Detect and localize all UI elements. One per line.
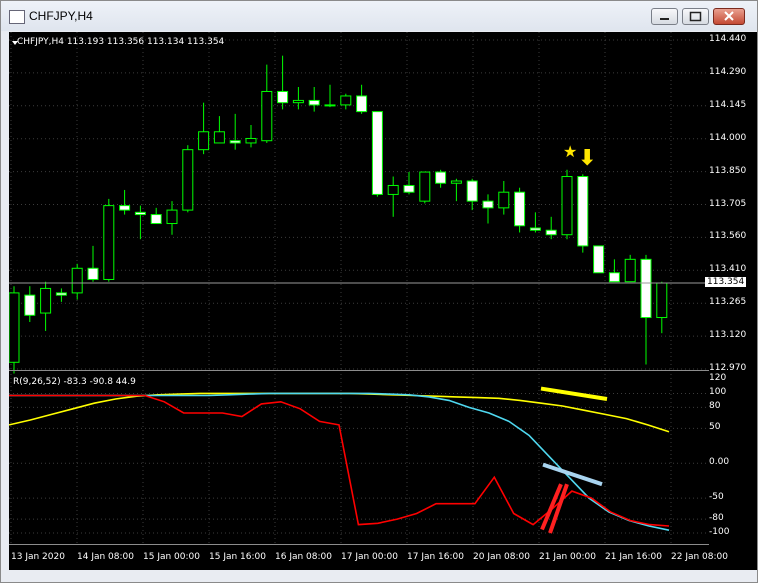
indicator-chart[interactable] <box>9 374 709 544</box>
price-chart[interactable]: ★ ⬇ <box>9 32 709 374</box>
price-axis-label: 113.265 <box>709 297 747 308</box>
price-axis-label: 112.970 <box>709 363 747 373</box>
candle-body <box>387 184 399 195</box>
chart-canvas[interactable]: ★ ⬇ CHFJPY,H4 113.193 113.356 113.134 113… <box>9 32 709 570</box>
candle-body <box>340 95 352 106</box>
candle-body <box>450 180 462 184</box>
candle-body <box>356 95 368 113</box>
candle-body <box>419 171 431 202</box>
maximize-icon <box>689 11 702 22</box>
candle-body <box>103 205 115 280</box>
cyan-indicator-line <box>9 392 670 531</box>
candle-body <box>40 287 52 314</box>
candle-body <box>624 258 636 283</box>
price-axis-label: 113.705 <box>709 198 747 209</box>
candle-body <box>371 111 383 195</box>
time-axis-label: 21 Jan 16:00 <box>605 552 662 562</box>
minimize-icon <box>660 18 669 20</box>
indicator-axis-label: -50 <box>709 492 724 503</box>
minimize-button[interactable] <box>651 8 678 25</box>
candle-body <box>656 282 668 319</box>
price-axis-label: 113.120 <box>709 330 747 341</box>
candle-body <box>545 229 557 236</box>
indicator-axis-label: 80 <box>709 401 721 412</box>
panel-separator[interactable] <box>9 370 709 371</box>
candle-body <box>608 272 620 283</box>
chart-window: CHFJPY,H4 ★ ⬇ CHFJPY,H4 113.193 113.356 1… <box>0 0 758 583</box>
candle-body <box>277 90 289 104</box>
candle-body <box>198 131 210 151</box>
time-axis-label: 13 Jan 2020 <box>11 552 65 562</box>
red-indicator-line <box>9 394 670 527</box>
indicator-axis-label: -80 <box>709 513 724 524</box>
candle-body <box>482 200 494 209</box>
time-axis-label: 17 Jan 00:00 <box>341 552 398 562</box>
indicator-info-label: R(9,26,52) -83.3 -90.8 44.9 <box>13 377 136 387</box>
time-axis-label: 15 Jan 00:00 <box>143 552 200 562</box>
candle-body <box>403 184 415 193</box>
candle-body <box>24 294 36 316</box>
time-axis-label: 16 Jan 08:00 <box>275 552 332 562</box>
candle-body <box>435 171 447 184</box>
price-axis-label: 113.410 <box>709 264 747 275</box>
candle-body <box>134 211 146 216</box>
candle-body <box>229 140 241 144</box>
candle-body <box>529 227 541 231</box>
candle-body <box>245 137 257 144</box>
candle-body <box>9 292 20 363</box>
star-annotation-icon: ★ <box>563 142 577 161</box>
time-axis-label: 14 Jan 08:00 <box>77 552 134 562</box>
candle-body <box>593 245 605 274</box>
candle-body <box>577 176 589 247</box>
candle-body <box>514 191 526 227</box>
price-axis-label: 114.145 <box>709 99 747 110</box>
candle-body <box>150 214 162 225</box>
indicator-axis-label: 0.00 <box>709 457 730 468</box>
candle-body <box>308 99 320 106</box>
candle-body <box>182 149 194 211</box>
window-bottom-border <box>1 570 757 582</box>
candle-body <box>119 205 131 211</box>
time-axis-label: 17 Jan 16:00 <box>407 552 464 562</box>
arrow-down-annotation-icon: ⬇ <box>578 146 596 171</box>
time-axis-label: 20 Jan 08:00 <box>473 552 530 562</box>
candle-body <box>561 176 573 236</box>
price-axis-label: 114.000 <box>709 132 747 143</box>
indicator-axis-label: -100 <box>709 527 730 538</box>
price-axis-label: 113.850 <box>709 165 747 176</box>
candle-body <box>261 90 273 142</box>
candle-body <box>466 180 478 202</box>
price-axis-label: 114.440 <box>709 34 747 44</box>
price-axis[interactable]: 114.440 114.290 114.145 114.000 113.850 113.7… <box>705 32 757 570</box>
indicator-axis-label: 50 <box>709 422 721 433</box>
candle-body <box>292 99 304 104</box>
candle-body <box>324 104 336 107</box>
price-axis-label: 114.290 <box>709 66 747 77</box>
chart-window-icon <box>9 10 25 24</box>
candle-body <box>166 209 178 225</box>
close-button[interactable] <box>713 8 745 25</box>
time-axis-label: 22 Jan 08:00 <box>671 552 728 562</box>
maximize-button[interactable] <box>682 8 709 25</box>
candle-body <box>87 267 99 280</box>
time-axis-separator <box>9 544 709 545</box>
indicator-axis-label: 100 <box>709 387 727 398</box>
candle-body <box>640 258 652 319</box>
current-price-label: 113.354 <box>705 277 747 288</box>
time-axis-label: 15 Jan 16:00 <box>209 552 266 562</box>
candle-body <box>55 292 67 296</box>
indicator-axis-label: 120 <box>709 373 727 384</box>
time-axis-label: 21 Jan 00:00 <box>539 552 596 562</box>
candle-body <box>498 191 510 209</box>
close-icon <box>724 11 734 21</box>
candle-body <box>213 131 225 144</box>
candle-body <box>71 267 83 294</box>
symbol-info-label: CHFJPY,H4 113.193 113.356 113.134 113.35… <box>17 37 225 47</box>
price-axis-label: 113.560 <box>709 231 747 242</box>
window-title: CHFJPY,H4 <box>29 9 93 23</box>
title-bar[interactable]: CHFJPY,H4 <box>1 1 757 31</box>
